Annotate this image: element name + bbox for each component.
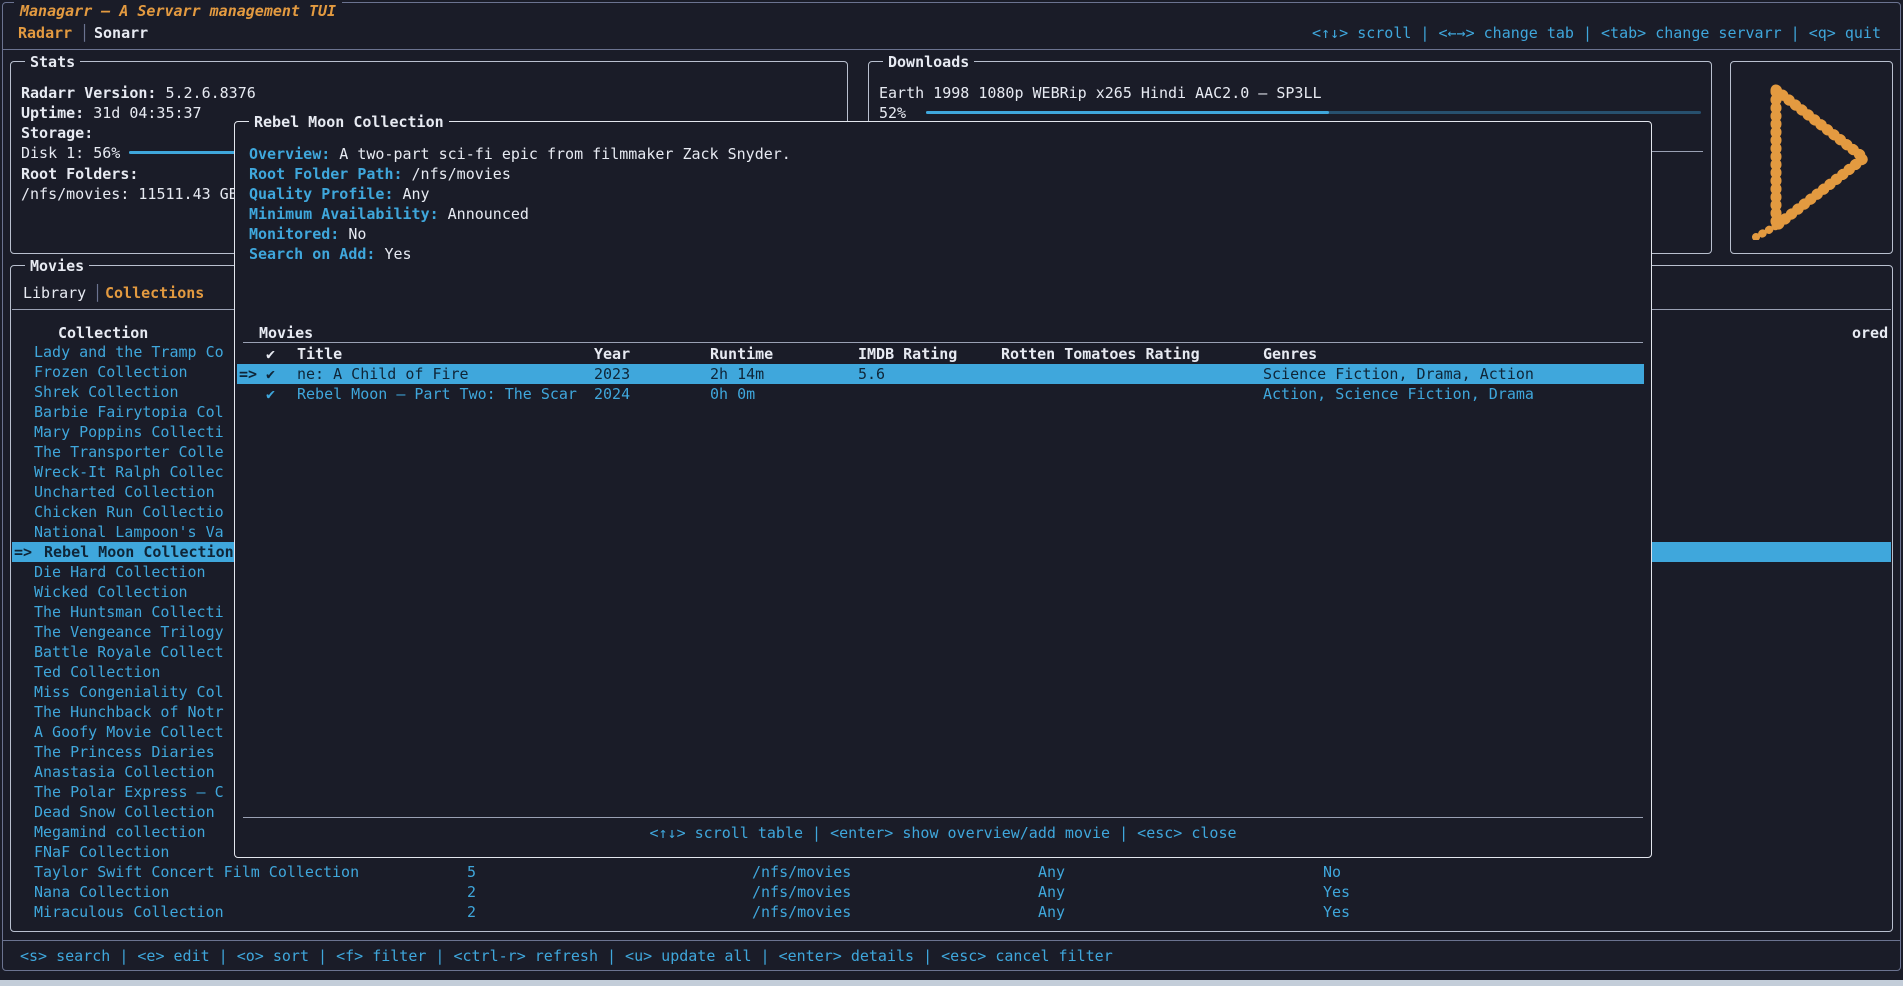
collection-root-folder: /nfs/movies bbox=[752, 882, 851, 902]
collection-monitored: Yes bbox=[1323, 882, 1350, 902]
collection-name: The Transporter Colle bbox=[34, 442, 224, 462]
monitored-check-icon: ✔ bbox=[266, 384, 275, 404]
collection-name: Lady and the Tramp Co bbox=[34, 342, 224, 362]
collection-name: A Goofy Movie Collect bbox=[34, 722, 224, 742]
managarr-screen: Managarr – A Servarr management TUI Rada… bbox=[0, 0, 1903, 986]
modal-help: <↑↓> scroll table | <enter> show overvie… bbox=[235, 823, 1651, 843]
collection-name: Battle Royale Collect bbox=[34, 642, 224, 662]
collection-name: The Huntsman Collecti bbox=[34, 602, 224, 622]
collection-root-folder: /nfs/movies bbox=[752, 902, 851, 922]
collection-quality-profile: Any bbox=[1038, 902, 1065, 922]
collection-name: Miss Congeniality Col bbox=[34, 682, 224, 702]
collection-monitored: Yes bbox=[1323, 902, 1350, 922]
monitored-check-icon: ✔ bbox=[266, 364, 275, 384]
collection-name: Shrek Collection bbox=[34, 382, 179, 402]
collection-name: Mary Poppins Collecti bbox=[34, 422, 224, 442]
collection-name: Wicked Collection bbox=[34, 582, 188, 602]
collection-monitored: No bbox=[1323, 862, 1341, 882]
movie-runtime: 2h 14m bbox=[710, 364, 764, 384]
movie-year: 2023 bbox=[594, 364, 630, 384]
collection-name: Rebel Moon Collection bbox=[44, 542, 234, 562]
movie-genres: Science Fiction, Drama, Action bbox=[1263, 364, 1534, 384]
collection-name: Megamind collection bbox=[34, 822, 206, 842]
collection-name: Taylor Swift Concert Film Collection bbox=[34, 862, 359, 882]
collection-name: Wreck-It Ralph Collec bbox=[34, 462, 224, 482]
collection-name: National Lampoon's Va bbox=[34, 522, 224, 542]
collection-name: FNaF Collection bbox=[34, 842, 169, 862]
collection-name: Miraculous Collection bbox=[34, 902, 224, 922]
collection-movie-count: 5 bbox=[467, 862, 476, 882]
selection-marker: => bbox=[14, 542, 32, 562]
movie-genres: Action, Science Fiction, Drama bbox=[1263, 384, 1534, 404]
movie-runtime: 0h 0m bbox=[710, 384, 755, 404]
collection-movie-count: 2 bbox=[467, 902, 476, 922]
modal-footer-divider bbox=[243, 817, 1643, 818]
collection-quality-profile: Any bbox=[1038, 882, 1065, 902]
collection-quality-profile: Any bbox=[1038, 862, 1065, 882]
movie-row[interactable]: ✔ Rebel Moon – Part Two: The Scar 2024 0h 0… bbox=[235, 384, 1651, 404]
collection-movie-count: 2 bbox=[467, 882, 476, 902]
movie-title: Rebel Moon – Part Two: The Scar bbox=[297, 384, 577, 404]
collection-name: Nana Collection bbox=[34, 882, 169, 902]
movie-imdb-rating: 5.6 bbox=[858, 364, 885, 384]
collection-name: Uncharted Collection bbox=[34, 482, 215, 502]
collection-name: The Hunchback of Notr bbox=[34, 702, 224, 722]
collection-name: The Princess Diaries bbox=[34, 742, 215, 762]
collection-name: Dead Snow Collection bbox=[34, 802, 215, 822]
collection-name: Anastasia Collection bbox=[34, 762, 215, 782]
collection-details-modal: Rebel Moon Collection Overview:A two-par… bbox=[234, 121, 1652, 858]
collection-name: Frozen Collection bbox=[34, 362, 188, 382]
collection-name: The Polar Express – C bbox=[34, 782, 224, 802]
collection-name: Die Hard Collection bbox=[34, 562, 206, 582]
modal-movie-rows: => ✔ ne: A Child of Fire 2023 2h 14m 5.6 Scien… bbox=[235, 122, 1651, 857]
collection-name: Ted Collection bbox=[34, 662, 160, 682]
movie-row-selected[interactable]: => ✔ ne: A Child of Fire 2023 2h 14m 5.6 Scien… bbox=[235, 364, 1651, 384]
collection-name: Barbie Fairytopia Col bbox=[34, 402, 224, 422]
movie-year: 2024 bbox=[594, 384, 630, 404]
collection-row[interactable]: Taylor Swift Concert Film Collection 5/nf… bbox=[0, 862, 1903, 882]
movie-title: ne: A Child of Fire bbox=[297, 364, 469, 384]
collection-row[interactable]: Miraculous Collection 2/nfs/movies Any Yes bbox=[0, 902, 1903, 922]
collection-row[interactable]: Nana Collection 2/nfs/movies Any Yes bbox=[0, 882, 1903, 902]
collection-root-folder: /nfs/movies bbox=[752, 862, 851, 882]
collection-name: The Vengeance Trilogy bbox=[34, 622, 224, 642]
selection-marker: => bbox=[239, 364, 257, 384]
collection-name: Chicken Run Collectio bbox=[34, 502, 224, 522]
